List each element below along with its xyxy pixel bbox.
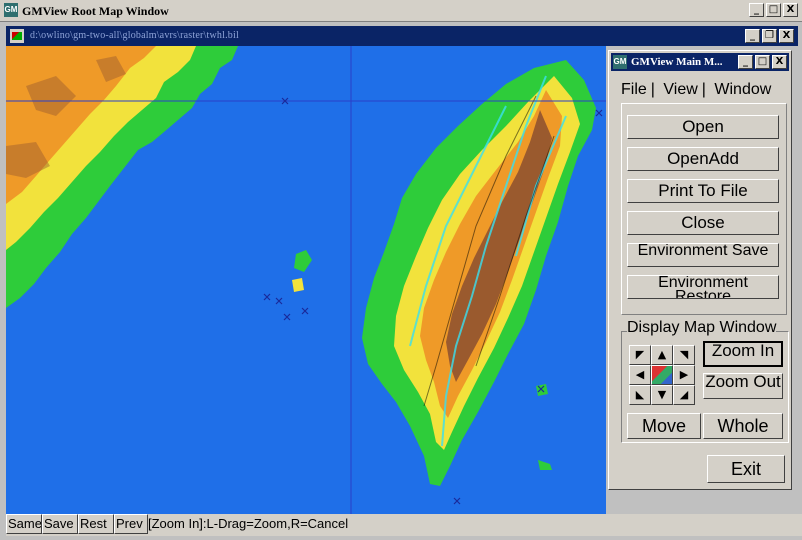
previous-button[interactable]: Prev [114,514,148,534]
close-file-button[interactable]: Close [627,211,779,235]
main-panel-titlebar[interactable]: GM GMView Main M... _ □ X [611,53,789,71]
whole-button[interactable]: Whole [703,413,783,439]
environment-save-button[interactable]: Environment Save [627,243,779,267]
panel-maximize-button[interactable]: □ [755,55,770,69]
panel-close-button[interactable]: X [772,55,787,69]
pan-north-icon[interactable]: ▲ [651,345,673,365]
pan-south-icon[interactable]: ▼ [651,385,673,405]
tab-view[interactable]: View [663,81,697,98]
center-map-icon[interactable] [651,365,673,385]
root-minimize-button[interactable]: _ [749,3,764,17]
pan-west-icon[interactable]: ◀ [629,365,651,385]
map-window-title: d:\owlino\gm-two-all\globalm\avrs\raster… [30,30,239,41]
same-button[interactable]: Same [6,514,42,534]
open-add-button[interactable]: OpenAdd [627,147,779,171]
display-map-group-label: Display Map Window [627,319,777,337]
zoom-out-button[interactable]: Zoom Out [703,373,783,399]
main-panel-window: GM GMView Main M... _ □ X File | View | Wi… [608,50,792,490]
zoom-in-button[interactable]: Zoom In [703,341,783,367]
open-button[interactable]: Open [627,115,779,139]
root-window-titlebar[interactable]: GM GMView Root Map Window _ □ X [0,0,802,22]
map-canvas[interactable] [6,46,606,514]
map-restore-button[interactable]: ❐ [762,29,777,43]
map-close-button[interactable]: X [779,29,794,43]
move-button[interactable]: Move [627,413,701,439]
restore-button[interactable]: Rest [78,514,114,534]
print-to-file-button[interactable]: Print To File [627,179,779,203]
save-button[interactable]: Save [42,514,78,534]
pan-northeast-icon[interactable]: ◥ [673,345,695,365]
panel-tab-bar: File | View | Window [621,81,772,98]
root-close-button[interactable]: X [783,3,798,17]
environment-restore-button[interactable]: Environment Restore [627,275,779,299]
terrain-map[interactable] [6,46,606,514]
pan-southwest-icon[interactable]: ◣ [629,385,651,405]
tab-window[interactable]: Window [714,81,771,98]
panel-minimize-button[interactable]: _ [738,55,753,69]
root-maximize-button[interactable]: □ [766,3,781,17]
pan-southeast-icon[interactable]: ◢ [673,385,695,405]
tab-file[interactable]: File [621,81,647,98]
exit-button[interactable]: Exit [707,455,785,483]
main-panel-title: GMView Main M... [631,56,723,68]
pan-east-icon[interactable]: ▶ [673,365,695,385]
gmview-app-icon: GM [4,3,18,17]
map-minimize-button[interactable]: _ [745,29,760,43]
gmview-app-icon: GM [613,55,627,69]
map-document-icon [10,29,24,43]
pan-northwest-icon[interactable]: ◤ [629,345,651,365]
root-window-title: GMView Root Map Window [22,4,169,18]
status-message: [Zoom In]:L-Drag=Zoom,R=Cancel [148,516,349,531]
status-bar: Same Save Rest Prev [Zoom In]:L-Drag=Zoo… [6,514,802,536]
map-window-titlebar[interactable]: d:\owlino\gm-two-all\globalm\avrs\raster… [6,26,798,46]
